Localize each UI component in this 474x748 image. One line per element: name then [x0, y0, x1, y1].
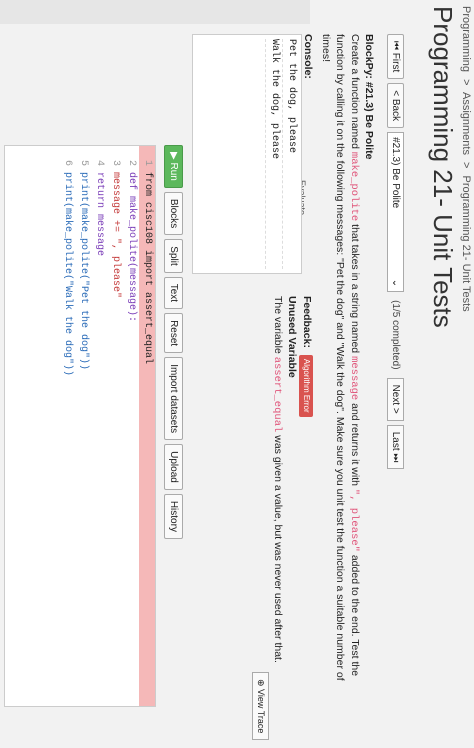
code-text: print(make_polite("Pet the dog")): [78, 172, 89, 371]
suffix-string: ", please": [348, 488, 360, 552]
code-line: 1 from cisc108 import assert_equal: [139, 146, 155, 706]
code-text: from cisc108 import assert_equal: [142, 172, 153, 365]
page: Evaluate Programming > Assignments > Pro…: [0, 0, 474, 748]
chevron-down-icon: ⌄: [390, 278, 402, 288]
problem-select-value: #21.3) Be Polite: [390, 137, 402, 209]
import-datasets-button[interactable]: Import datasets: [164, 357, 183, 441]
crumb-sep: >: [460, 162, 472, 169]
first-button[interactable]: ⏮ First: [387, 34, 405, 80]
console-line: Walk the dog, please: [265, 39, 282, 269]
code-line: 6 print(make_polite("Walk the dog")): [59, 146, 75, 706]
line-number: 4: [94, 159, 105, 166]
desc-part3: and returns it with: [349, 403, 361, 486]
breadcrumb: Programming > Assignments > Programming …: [460, 6, 472, 316]
code-text: def make_polite(message):: [126, 172, 137, 323]
code-line: 4 return message: [91, 146, 107, 706]
editor-toolbar: ▶ Run Blocks Split Text Reset Import dat…: [164, 145, 183, 539]
code-line: 3 message += ", please": [107, 146, 123, 706]
feedback-var: assert_equal: [271, 356, 283, 433]
line-number: 6: [62, 159, 73, 166]
history-button[interactable]: History: [164, 493, 183, 539]
crumb-sep: >: [460, 79, 472, 86]
problem-nav: ⏮ First < Back #21.3) Be Polite ⌄ (1/5 c…: [386, 34, 406, 470]
crumb-assignments[interactable]: Assignments: [460, 92, 472, 155]
console-output: Pet the dog, please Walk the dog, please: [192, 34, 302, 274]
last-button[interactable]: Last ⏭: [387, 424, 405, 470]
console-label: Console:: [302, 34, 314, 79]
split-button[interactable]: Split: [164, 239, 183, 273]
feedback-text-post: was given a value, but was never used af…: [272, 435, 284, 663]
run-button[interactable]: ▶ Run: [164, 145, 183, 188]
back-button[interactable]: < Back: [387, 83, 405, 129]
reset-button[interactable]: Reset: [164, 313, 183, 354]
line-number: 5: [78, 159, 89, 166]
next-button[interactable]: Next >: [387, 377, 405, 421]
code-line: 5 print(make_polite("Pet the dog")): [75, 146, 91, 706]
code-editor[interactable]: 1 from cisc108 import assert_equal 2 def m…: [4, 145, 156, 707]
text-button[interactable]: Text: [164, 276, 183, 310]
feedback-panel: Feedback: Algorithm Error Unused Variabl…: [270, 296, 314, 716]
param-name: message: [348, 356, 360, 401]
line-number: 2: [126, 159, 137, 166]
line-number: 3: [110, 159, 121, 166]
problem-select[interactable]: #21.3) Be Polite ⌄: [387, 132, 405, 293]
crumb-programming[interactable]: Programming: [460, 6, 472, 72]
left-panel: Evaluate: [0, 0, 310, 215]
crumb-current: Programming 21- Unit Tests: [460, 175, 472, 312]
page-title: Programming 21- Unit Tests: [428, 6, 458, 328]
console-line: Pet the dog, please: [282, 39, 299, 269]
problem-description: BlockPy: #21.3) Be Polite Create a funct…: [319, 34, 376, 694]
progress-text: (1/5 completed): [390, 300, 402, 370]
feedback-text-pre: The variable: [272, 296, 284, 354]
code-line: 2 def make_polite(message):: [123, 146, 139, 706]
upload-button[interactable]: Upload: [164, 444, 183, 490]
fn-name: make_polite: [348, 151, 360, 222]
desc-part1: Create a function named: [349, 34, 361, 149]
feedback-label: Feedback:: [301, 296, 313, 348]
code-text: return message: [94, 172, 105, 257]
code-text: message += ", please": [110, 172, 121, 299]
problem-header: BlockPy: #21.3) Be Polite: [363, 34, 375, 160]
view-trace-button[interactable]: ⊕ View Trace: [252, 672, 269, 741]
desc-part2: that takes in a string named: [349, 224, 361, 354]
code-text: print(make_polite("Walk the dog")): [62, 172, 73, 377]
blocks-button[interactable]: Blocks: [164, 191, 183, 236]
error-badge: Algorithm Error: [299, 354, 313, 417]
feedback-heading: Unused Variable: [286, 296, 298, 378]
line-number: 1: [142, 159, 153, 166]
